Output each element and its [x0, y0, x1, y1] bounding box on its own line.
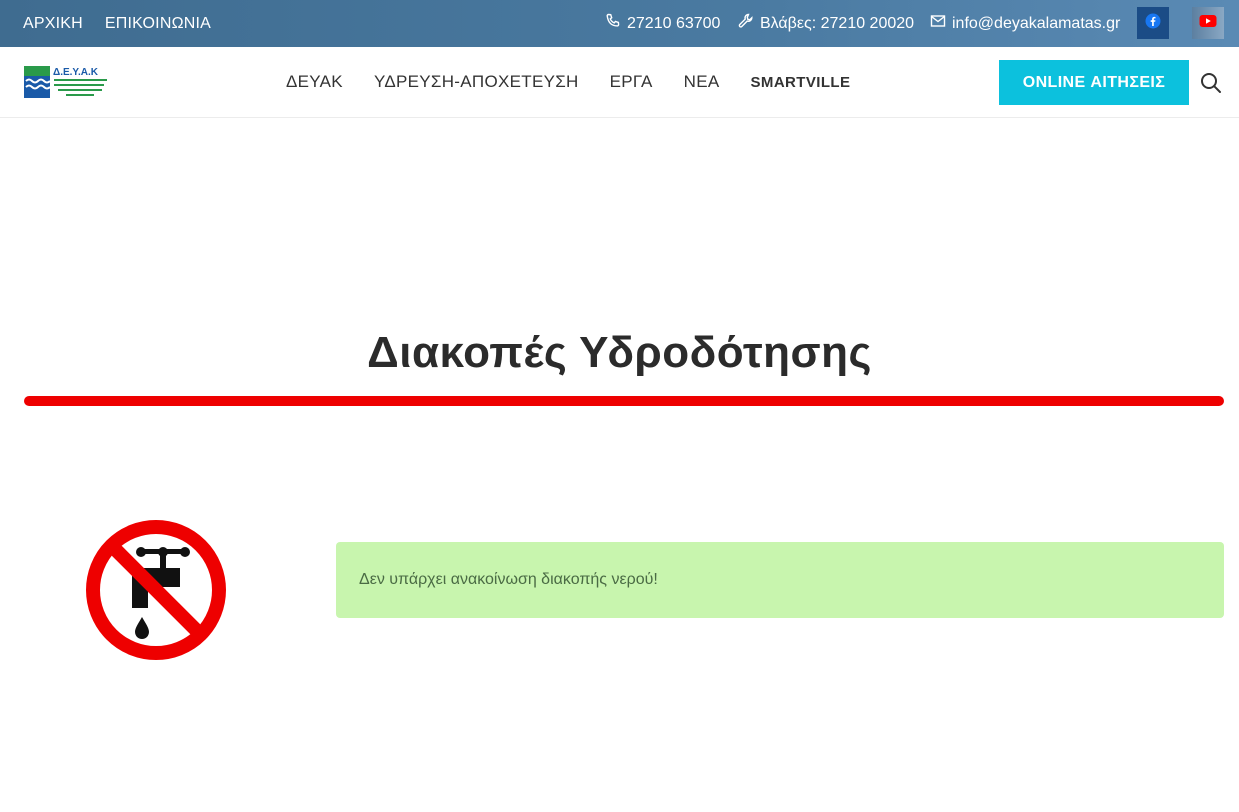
- email-address: info@deyakalamatas.gr: [952, 14, 1121, 32]
- envelope-icon: [930, 13, 946, 34]
- wrench-icon: [738, 13, 754, 34]
- no-water-icon: [84, 520, 228, 660]
- online-applications-button[interactable]: ONLINE ΑΙΤΗΣΕΙΣ: [999, 60, 1189, 105]
- youtube-button[interactable]: [1192, 7, 1224, 39]
- top-bar: ΑΡΧΙΚΗ ΕΠΙΚΟΙΝΩΝΙΑ 27210 63700 Βλάβες: 2…: [0, 0, 1239, 47]
- notice-text: Δεν υπάρχει ανακοίνωση διακοπής νερού!: [359, 571, 658, 588]
- search-icon: [1199, 73, 1223, 99]
- logo-text: Δ.Ε.Υ.Α.Κ: [53, 67, 99, 78]
- faults-number: Βλάβες: 27210 20020: [760, 14, 915, 32]
- main-nav: ΔΕΥΑΚ ΥΔΡΕΥΣΗ-ΑΠΟΧΕΤΕΥΣΗ ΕΡΓΑ ΝΕΑ SMARTV…: [286, 47, 850, 117]
- notice-box: Δεν υπάρχει ανακοίνωση διακοπής νερού!: [336, 542, 1224, 618]
- logo[interactable]: Δ.Ε.Υ.Α.Κ: [24, 65, 108, 99]
- nav-item-deyak[interactable]: ΔΕΥΑΚ: [286, 72, 343, 92]
- phone-contact[interactable]: 27210 63700: [605, 0, 720, 47]
- page-title: Διακοπές Υδροδότησης: [367, 328, 872, 377]
- top-links: ΑΡΧΙΚΗ ΕΠΙΚΟΙΝΩΝΙΑ: [23, 0, 211, 47]
- contact-link[interactable]: ΕΠΙΚΟΙΝΩΝΙΑ: [105, 15, 211, 33]
- nav-item-water-sewage[interactable]: ΥΔΡΕΥΣΗ-ΑΠΟΧΕΤΕΥΣΗ: [374, 72, 579, 92]
- faults-contact[interactable]: Βλάβες: 27210 20020: [738, 0, 914, 47]
- search-button[interactable]: [1199, 71, 1223, 95]
- facebook-button[interactable]: [1137, 7, 1169, 39]
- phone-icon: [605, 13, 621, 34]
- nav-item-smartville[interactable]: SMARTVILLE: [751, 74, 851, 91]
- home-link[interactable]: ΑΡΧΙΚΗ: [23, 15, 83, 33]
- facebook-icon: [1145, 13, 1161, 34]
- title-divider: [24, 396, 1224, 406]
- nav-item-projects[interactable]: ΕΡΓΑ: [610, 72, 653, 92]
- phone-number: 27210 63700: [627, 14, 721, 32]
- nav-item-news[interactable]: ΝΕΑ: [684, 72, 720, 92]
- youtube-icon: [1199, 14, 1217, 33]
- main-header: Δ.Ε.Υ.Α.Κ ΔΕΥΑΚ ΥΔΡΕΥΣΗ-ΑΠΟΧΕΤΕΥΣΗ ΕΡΓΑ …: [0, 47, 1239, 118]
- email-contact[interactable]: info@deyakalamatas.gr: [930, 0, 1120, 47]
